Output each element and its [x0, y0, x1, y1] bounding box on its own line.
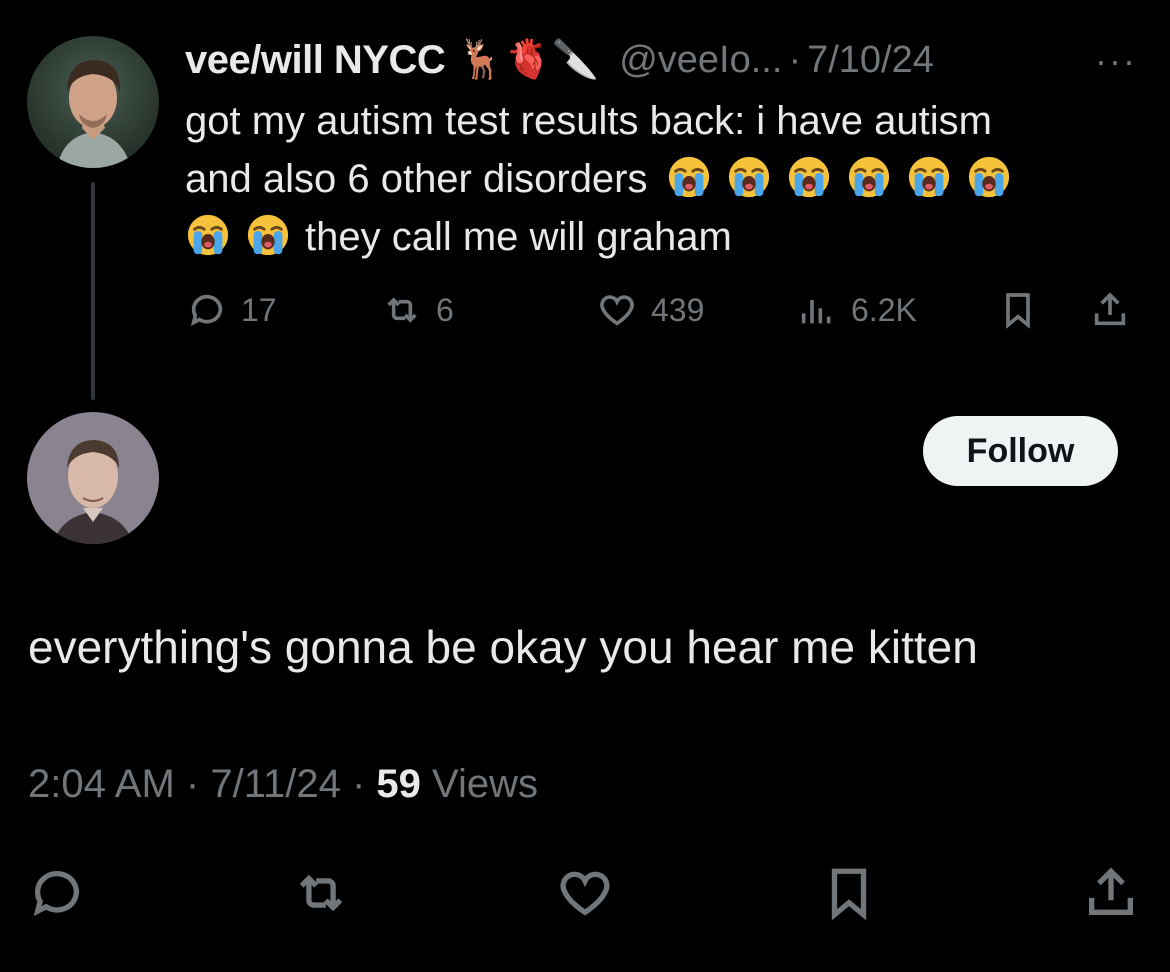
reply-icon	[33, 871, 79, 917]
loudly-crying-face-icon	[968, 156, 1009, 198]
like-count: 439	[651, 291, 705, 328]
loudly-crying-face-icon	[908, 156, 949, 198]
reply-icon	[190, 294, 223, 326]
share-action[interactable]	[1090, 285, 1130, 335]
reply-date[interactable]: 7/11/24	[210, 762, 341, 806]
repost-button[interactable]	[292, 864, 350, 922]
heart-icon	[560, 871, 610, 916]
share-button[interactable]	[1082, 864, 1140, 922]
loudly-crying-face-icon	[728, 156, 769, 198]
follow-button[interactable]: Follow	[923, 416, 1118, 486]
reply-action[interactable]: 17	[187, 285, 277, 335]
repost-icon	[387, 297, 417, 323]
reply-views-count: 59	[376, 762, 421, 806]
share-icon	[1094, 292, 1126, 326]
tweet-text-line2: and also 6 other disorders	[185, 150, 1145, 208]
more-options-icon[interactable]: ···	[1095, 40, 1137, 82]
views-action[interactable]: 6.2K	[797, 285, 917, 335]
bookmark-icon	[1006, 293, 1030, 329]
repost-icon	[299, 874, 343, 912]
repost-count: 6	[436, 291, 454, 328]
loudly-crying-face-icon	[187, 214, 229, 256]
author-display-name[interactable]: vee/will NYCC	[185, 38, 446, 83]
loudly-crying-face-icon	[247, 214, 289, 256]
reply-count: 17	[241, 291, 277, 328]
reply-button[interactable]	[28, 864, 86, 922]
loudly-crying-face-icon	[788, 156, 829, 198]
tweet-text-line1: got my autism test results back: i have …	[185, 99, 992, 143]
bookmark-icon	[831, 868, 867, 921]
reply-text: everything's gonna be okay you hear me k…	[28, 621, 978, 673]
thread-connector-line	[91, 182, 95, 400]
heart-icon	[600, 295, 634, 326]
views-chart-icon	[801, 300, 831, 324]
reply-views-label: Views	[432, 762, 539, 806]
share-icon	[1089, 867, 1133, 915]
loudly-crying-face-icon	[848, 156, 889, 198]
bookmark-action[interactable]	[998, 285, 1038, 335]
crying-emoji-row-2	[185, 214, 305, 259]
tweet-text: got my autism test results back: i have …	[185, 92, 1145, 266]
bookmark-button[interactable]	[820, 864, 878, 922]
author-avatar[interactable]	[27, 36, 159, 168]
loudly-crying-face-icon	[668, 156, 709, 198]
crying-emoji-row	[666, 156, 1026, 201]
like-action[interactable]: 439	[597, 285, 704, 335]
reply-time[interactable]: 2:04 AM	[28, 762, 175, 806]
like-button[interactable]	[556, 864, 614, 922]
repost-action[interactable]: 6	[382, 285, 454, 335]
reply-meta: 2:04 AM · 7/11/24 · 59 Views	[28, 762, 539, 806]
author-handle[interactable]: @veeIo... · 7/10/24	[619, 39, 934, 82]
tweet-date: 7/10/24	[807, 38, 934, 81]
replier-avatar[interactable]	[27, 412, 159, 544]
name-emojis: 🦌🫀🔪	[457, 39, 600, 81]
views-count: 6.2K	[851, 291, 917, 328]
tweet-header: vee/will NYCC 🦌🫀🔪 @veeIo... · 7/10/24	[185, 30, 934, 90]
tweet-text-line3: they call me will graham	[185, 208, 1145, 266]
